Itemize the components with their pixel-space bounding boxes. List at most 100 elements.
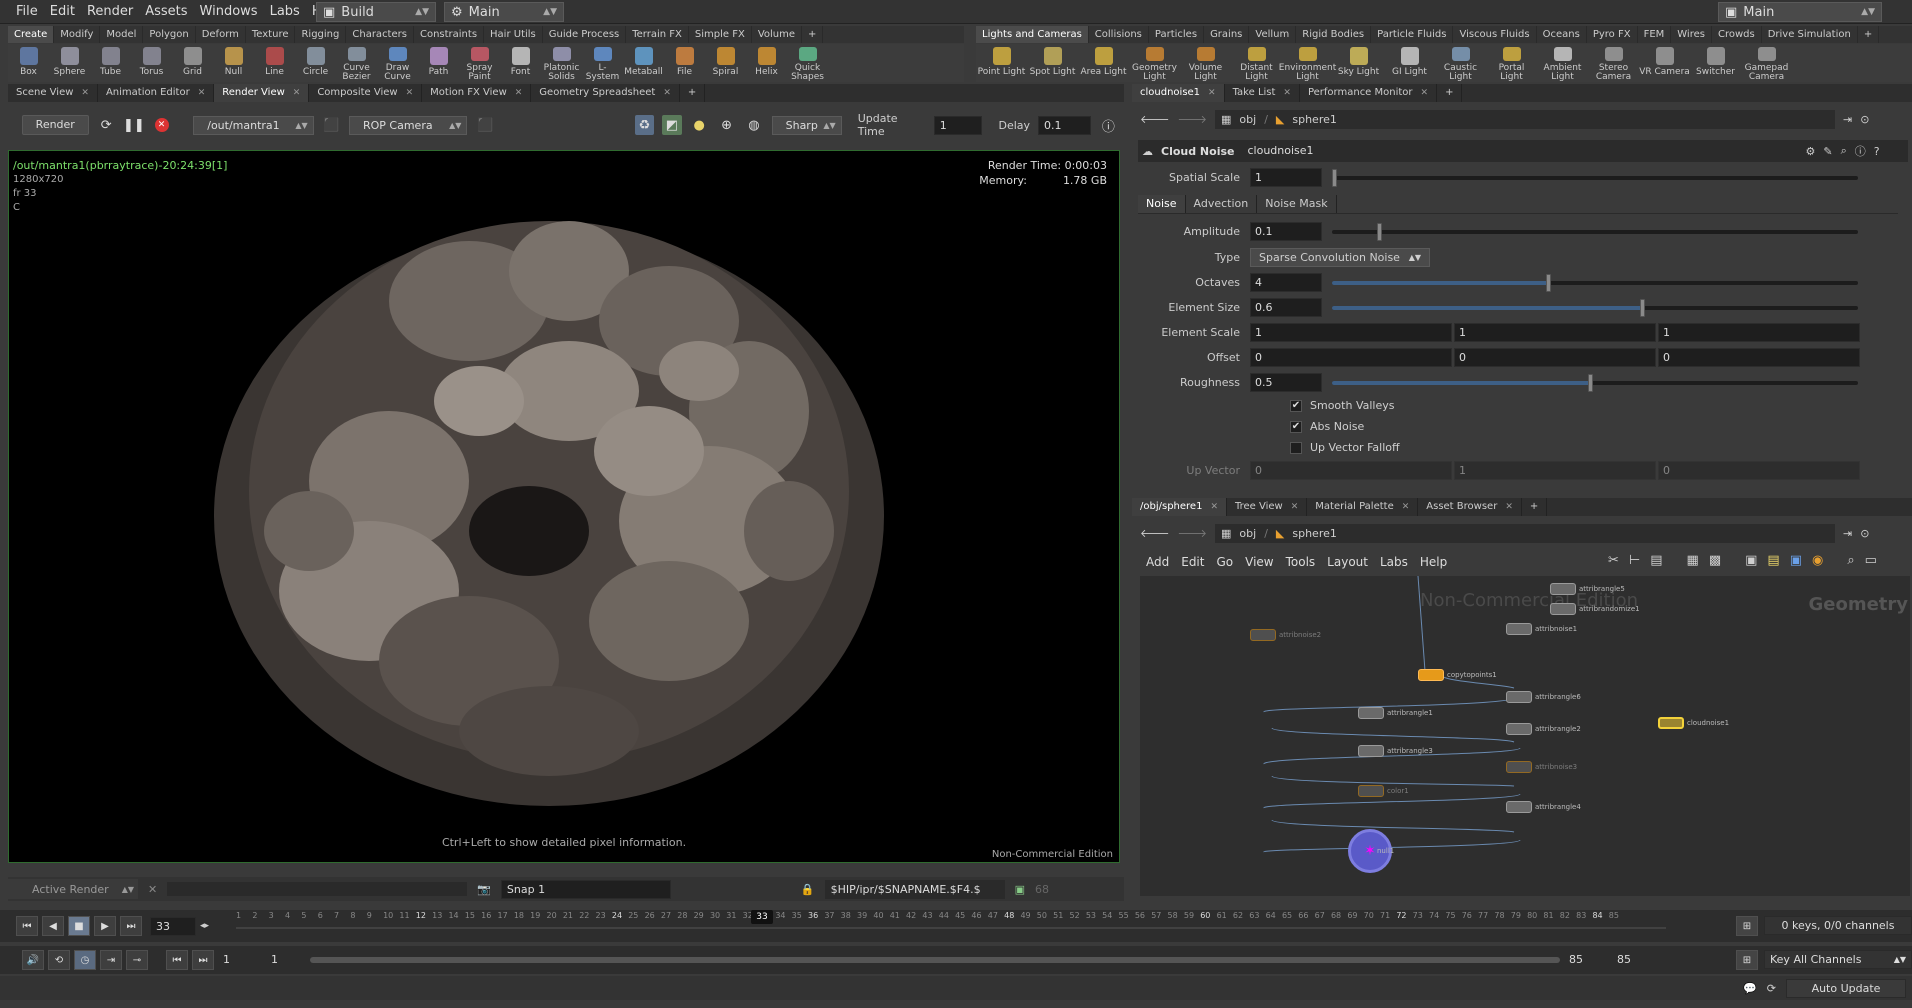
pane-tab-motion-fx-view[interactable]: Motion FX View ✕	[422, 84, 532, 102]
lock-icon[interactable]: 🔒	[801, 883, 815, 896]
network-menu-go[interactable]: Go	[1210, 550, 1239, 574]
pane-tab-tree-view[interactable]: Tree View ✕	[1227, 498, 1308, 516]
amplitude-slider[interactable]	[1332, 222, 1858, 241]
abs-noise-toggle[interactable]: ✔ Abs Noise	[1290, 420, 1364, 433]
search-icon[interactable]: ⌕	[1847, 553, 1854, 568]
timeline-ruler[interactable]: 1 2 3 4 5 6 7 8 9 10 11 12 13 14 15 16 17 18 19 20 21 22 23 24 2…	[236, 910, 1666, 942]
element-scale-z[interactable]: 1	[1658, 323, 1860, 342]
range-end-field[interactable]: 85	[1564, 950, 1608, 970]
shelf-tab-viscous-fluids[interactable]: Viscous Fluids	[1453, 26, 1537, 43]
range-end-icon[interactable]: ⏭	[192, 950, 214, 970]
element-size-slider[interactable]	[1332, 298, 1858, 317]
node-body[interactable]	[1550, 583, 1576, 595]
node-body[interactable]	[1358, 707, 1384, 719]
range-slider[interactable]	[310, 957, 1560, 963]
shelf-tab-terrain-fx[interactable]: Terrain FX	[626, 26, 689, 43]
close-icon[interactable]: ✕	[1402, 502, 1410, 512]
menu-render[interactable]: Render	[81, 0, 139, 24]
node-null1[interactable]: ✶ null1	[1348, 829, 1394, 873]
tool-distant-light[interactable]: Distant Light	[1231, 44, 1282, 82]
tool-grid[interactable]: Grid	[172, 44, 213, 82]
zoom-icon[interactable]: ⊕	[717, 115, 736, 135]
node-body[interactable]	[1506, 691, 1532, 703]
tool-file[interactable]: File	[664, 44, 705, 82]
subtab-advection[interactable]: Advection	[1186, 194, 1258, 213]
context-selector[interactable]: ⚙ Main ▲▼	[444, 2, 564, 22]
shelf-tab-create[interactable]: Create	[8, 26, 55, 43]
node-body[interactable]	[1506, 761, 1532, 773]
grid-small-icon[interactable]: ▩	[1709, 553, 1721, 568]
quality-select[interactable]: Sharp ▲▼	[771, 115, 842, 135]
path-obj[interactable]: obj	[1239, 527, 1256, 540]
close-icon[interactable]: ✕	[1421, 88, 1429, 98]
sound-icon[interactable]: 🔊	[22, 950, 44, 970]
shelf-tab-hair-utils[interactable]: Hair Utils	[484, 26, 543, 43]
add-tab-icon[interactable]: +	[1858, 26, 1880, 43]
smooth-valleys-toggle[interactable]: ✔ Smooth Valleys	[1290, 399, 1394, 412]
node-name-field[interactable]: cloudnoise1	[1242, 141, 1798, 161]
camera-select[interactable]: ROP Camera ▲▼	[348, 115, 468, 135]
shelf-tab-deform[interactable]: Deform	[196, 26, 246, 43]
forward-icon[interactable]: 🡒	[1178, 526, 1208, 540]
offset-z[interactable]: 0	[1658, 348, 1860, 367]
shelf-tab-texture[interactable]: Texture	[246, 26, 296, 43]
render-viewport[interactable]: /out/mantra1(pbrraytrace)-20:24:39[1] 12…	[8, 150, 1120, 863]
rop-path-select[interactable]: /out/mantra1 ▲▼	[193, 115, 314, 135]
range-start-icon[interactable]: ⏮	[166, 950, 188, 970]
add-tab-icon[interactable]: +	[1522, 498, 1548, 516]
shelf-tab-volume[interactable]: Volume	[752, 26, 803, 43]
pane-tab-material-palette[interactable]: Material Palette ✕	[1307, 498, 1419, 516]
timeline-cursor[interactable]: 33	[750, 910, 773, 924]
tool-tube[interactable]: Tube	[90, 44, 131, 82]
chat-icon[interactable]: 💬	[1743, 982, 1757, 995]
update-time-field[interactable]: 1	[933, 115, 983, 135]
pause-icon[interactable]: ❚❚	[123, 115, 145, 135]
back-icon[interactable]: 🡐	[1140, 112, 1170, 126]
node-attribrangle4[interactable]: attribrangle4	[1506, 798, 1581, 816]
menu-labs[interactable]: Labs	[264, 0, 306, 24]
network-menu-view[interactable]: View	[1239, 550, 1279, 574]
tool-draw-curve[interactable]: Draw Curve	[377, 44, 418, 82]
node-body[interactable]	[1506, 801, 1532, 813]
shelf-tab-rigid-bodies[interactable]: Rigid Bodies	[1296, 26, 1372, 43]
shelf-tab-modify[interactable]: Modify	[54, 26, 101, 43]
checkbox-empty[interactable]	[1290, 441, 1302, 454]
menu-edit[interactable]: Edit	[44, 0, 81, 24]
check-icon[interactable]: ✔	[1290, 420, 1302, 433]
node-body[interactable]	[1250, 629, 1276, 641]
rop-icon[interactable]: ⬛	[322, 115, 341, 135]
node-color1[interactable]: color1	[1358, 782, 1409, 800]
tool-area-light[interactable]: Area Light	[1078, 44, 1129, 82]
tool-curve-bezier[interactable]: Curve Bezier	[336, 44, 377, 82]
close-icon[interactable]: ✕	[1505, 502, 1513, 512]
tool-sphere[interactable]: Sphere	[49, 44, 90, 82]
refresh-icon[interactable]: ⟳	[1767, 982, 1776, 995]
offset-x[interactable]: 0	[1250, 348, 1452, 367]
subtab-noise-mask[interactable]: Noise Mask	[1257, 194, 1337, 213]
up-vector-z[interactable]: 0	[1658, 461, 1860, 480]
tool-geometry-light[interactable]: Geometry Light	[1129, 44, 1180, 82]
pane-tab-asset-browser[interactable]: Asset Browser ✕	[1418, 498, 1522, 516]
start-field[interactable]: 1	[218, 950, 262, 970]
tool-ambient-light[interactable]: Ambient Light	[1537, 44, 1588, 82]
pin-icon[interactable]: ⇥	[1843, 527, 1852, 540]
palette-icon[interactable]: ◉	[1812, 553, 1823, 568]
network-menu-layout[interactable]: Layout	[1321, 550, 1374, 574]
active-render-select[interactable]: Active Render ▲▼	[8, 879, 138, 899]
note-icon[interactable]: ▤	[1767, 553, 1779, 568]
key-all-icon[interactable]: ⊞	[1736, 950, 1758, 970]
step-icon[interactable]: ◂▸	[200, 921, 209, 931]
search-icon[interactable]: ⌕	[1841, 144, 1847, 158]
node-attribrangle6[interactable]: attribrangle6	[1506, 688, 1581, 706]
tool-box[interactable]: Box	[8, 44, 49, 82]
shelf-tab-particle-fluids[interactable]: Particle Fluids	[1371, 26, 1454, 43]
network-menu-tools[interactable]: Tools	[1280, 550, 1322, 574]
shelf-tab-constraints[interactable]: Constraints	[414, 26, 485, 43]
pin-icon[interactable]: ⇥	[1843, 113, 1852, 126]
shelf-tab-vellum[interactable]: Vellum	[1249, 26, 1297, 43]
tool-portal-light[interactable]: Portal Light	[1486, 44, 1537, 82]
node-attribrangle3[interactable]: attribrangle3	[1358, 742, 1433, 760]
tool-line[interactable]: Line	[254, 44, 295, 82]
close-icon[interactable]: ✕	[148, 883, 157, 896]
network-menu-add[interactable]: Add	[1140, 550, 1175, 574]
